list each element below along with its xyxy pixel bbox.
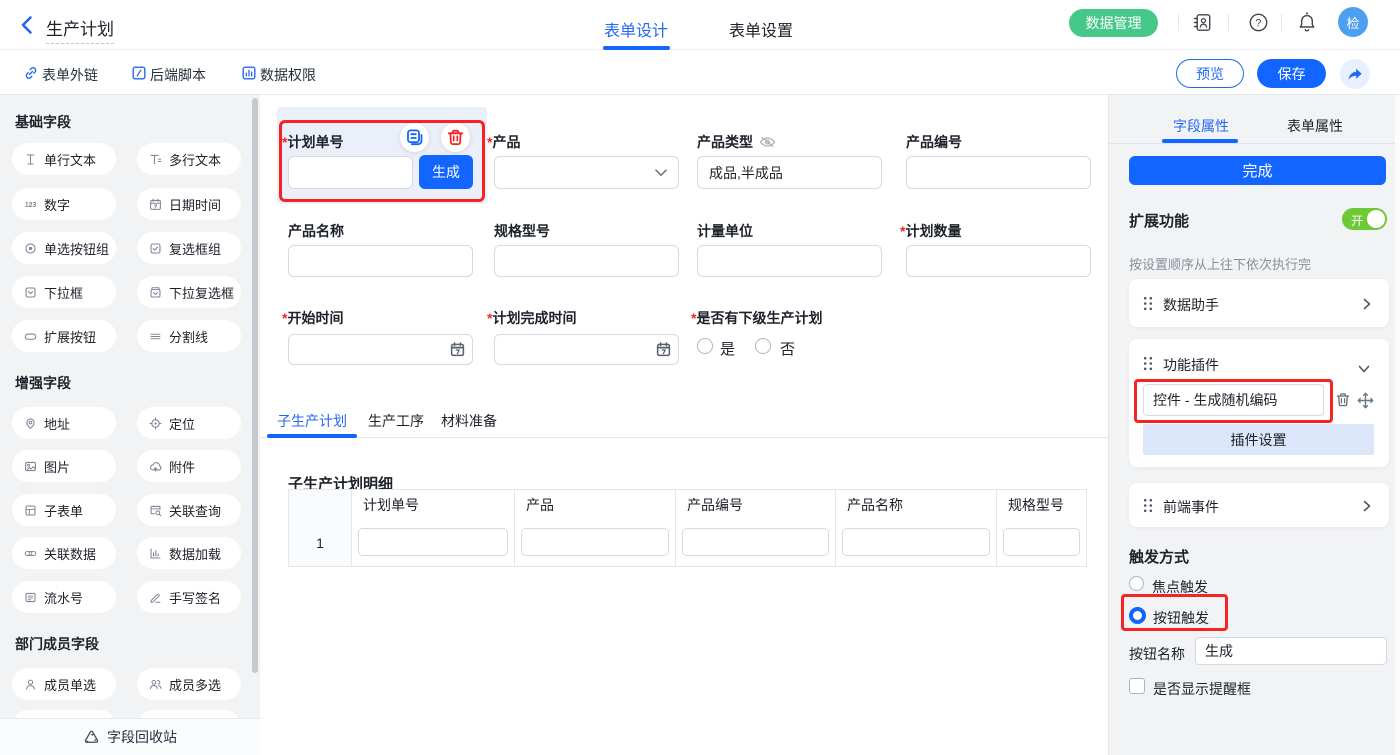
svg-text:?: ? — [1255, 17, 1261, 29]
svg-text:123: 123 — [25, 201, 37, 208]
